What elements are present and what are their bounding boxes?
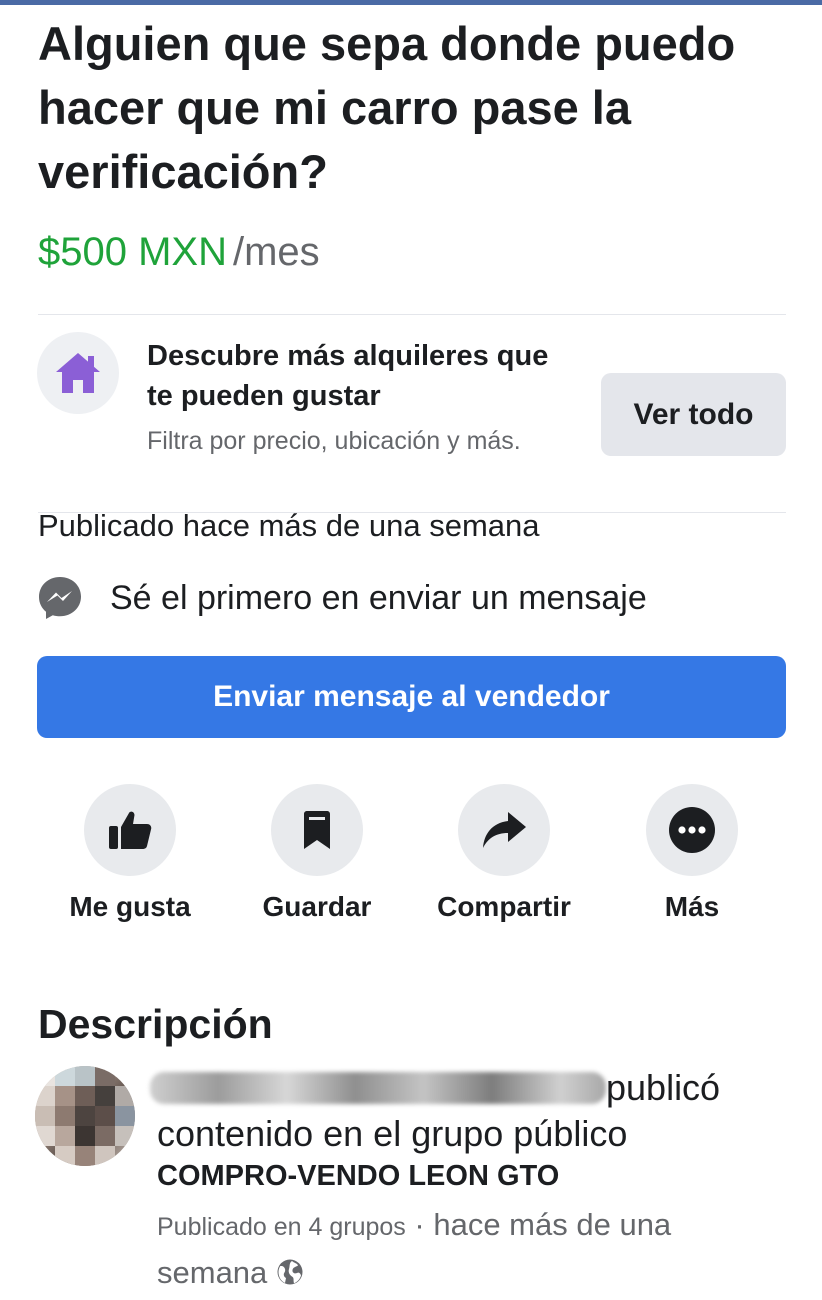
like-label: Me gusta [69, 891, 191, 922]
more-label: Más [664, 891, 720, 922]
divider [38, 314, 786, 315]
messenger-icon [37, 575, 83, 621]
bookmark-icon[interactable] [271, 784, 363, 876]
listing-price: $500 MXN/mes [38, 224, 320, 280]
save-button[interactable]: Guardar [227, 784, 407, 926]
listing-title: Alguien que sepa donde puedo hacer que m… [38, 17, 736, 198]
groups-count[interactable]: Publicado en 4 grupos [157, 1213, 406, 1241]
group-name-link[interactable]: COMPRO-VENDO LEON GTO [157, 1158, 559, 1194]
top-bar [0, 0, 822, 5]
avatar[interactable] [35, 1066, 135, 1166]
more-button[interactable]: Más [602, 784, 782, 926]
published-verb: publicó [606, 1067, 721, 1108]
posted-time: Publicado hace más de una semana [38, 508, 540, 543]
blurred-author-name[interactable] [150, 1072, 606, 1104]
like-button[interactable]: Me gusta [40, 784, 220, 926]
rentals-promo-subtitle: Filtra por precio, ubicación y más. [147, 427, 521, 455]
send-message-button[interactable]: Enviar mensaje al vendedor [37, 656, 786, 738]
price-period: /mes [232, 230, 320, 274]
share-button[interactable]: Compartir [414, 784, 594, 926]
first-message-prompt: Sé el primero en enviar un mensaje [110, 579, 647, 617]
price-amount: $500 MXN [38, 230, 227, 274]
more-icon[interactable] [646, 784, 738, 876]
house-icon [37, 332, 119, 414]
share-icon[interactable] [458, 784, 550, 876]
see-all-button[interactable]: Ver todo [601, 373, 786, 456]
globe-icon [277, 1259, 303, 1285]
published-content-line: contenido en el grupo público [157, 1113, 628, 1154]
description-heading: Descripción [38, 1001, 273, 1047]
share-label: Compartir [437, 891, 571, 922]
rentals-promo-title: Descubre más alquileres que te pueden gu… [147, 340, 549, 412]
thumbs-up-icon[interactable] [84, 784, 176, 876]
save-label: Guardar [262, 891, 372, 922]
post-meta: Publicado en 4 grupos · hace más de una … [157, 1204, 757, 1300]
